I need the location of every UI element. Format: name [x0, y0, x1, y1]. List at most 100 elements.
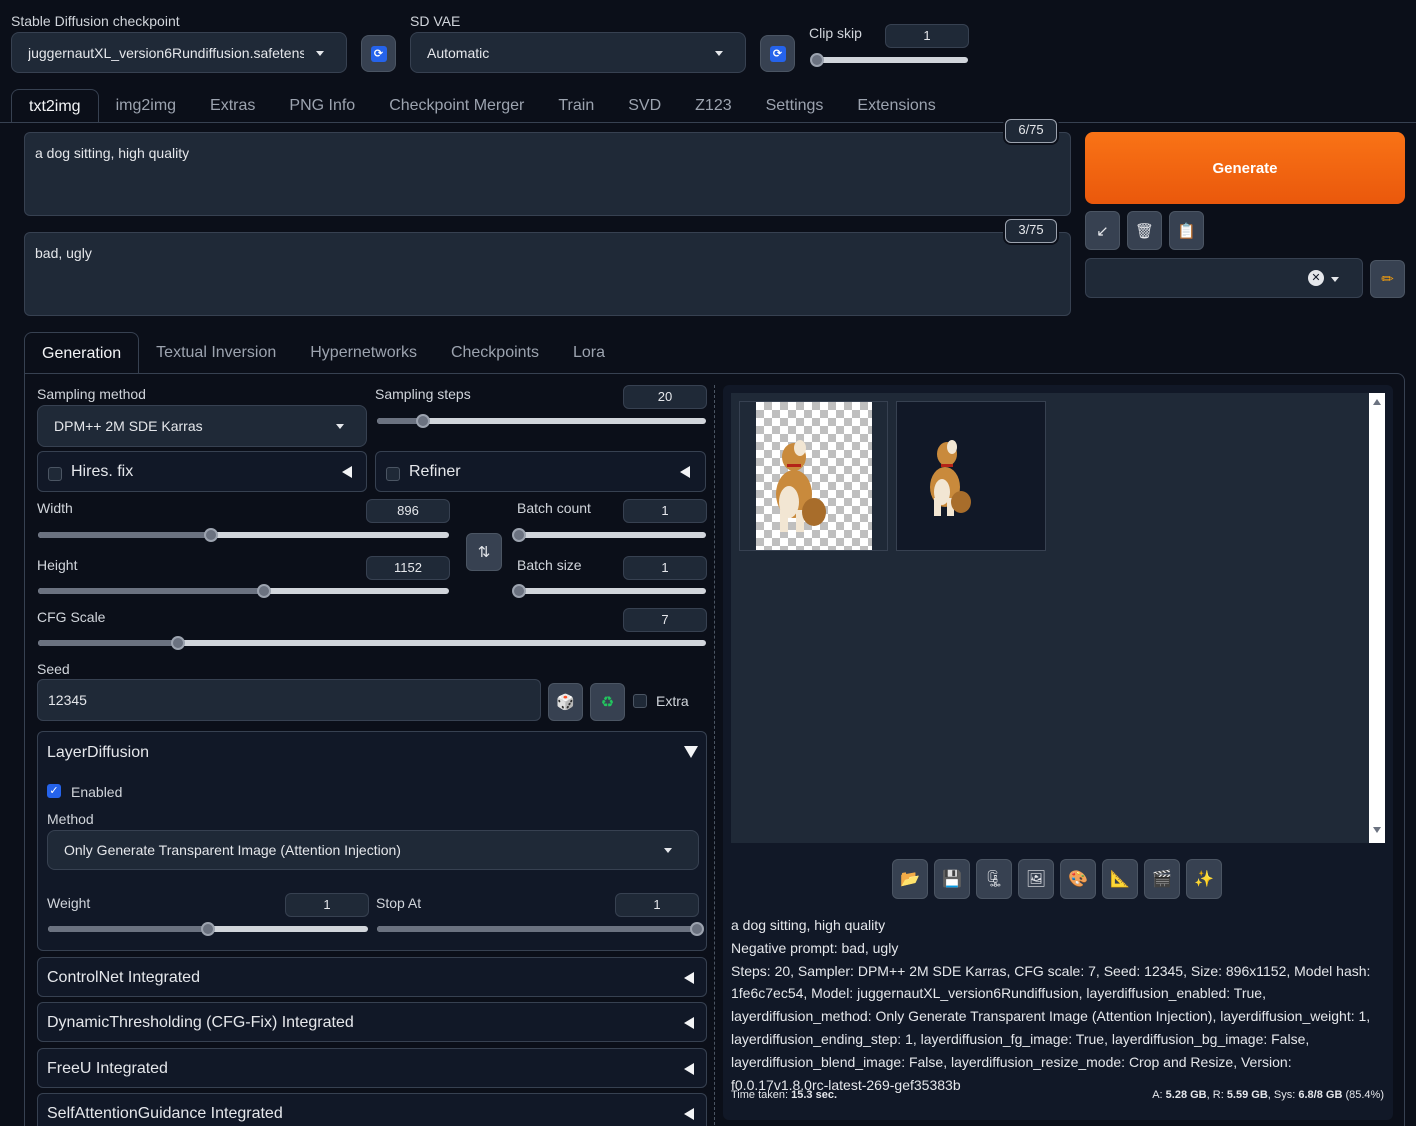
self-attention-guidance-accordion[interactable]: SelfAttentionGuidance Integrated — [37, 1093, 707, 1126]
send-to-svd-button[interactable]: 🎬 — [1144, 859, 1180, 899]
reuse-seed-button[interactable]: ♻ — [590, 683, 625, 721]
width-input[interactable]: 896 — [366, 499, 450, 523]
slider-thumb[interactable] — [257, 584, 272, 598]
layerdiffusion-title[interactable]: LayerDiffusion — [47, 744, 149, 762]
clear-prompt-button[interactable]: 🗑 — [1127, 211, 1162, 250]
send-to-img2img-button[interactable]: 🖼 — [1018, 859, 1054, 899]
tab-img2img[interactable]: img2img — [99, 89, 193, 123]
tab-checkpoint-merger[interactable]: Checkpoint Merger — [372, 89, 541, 123]
collapse-icon — [684, 1108, 694, 1120]
slider-thumb[interactable] — [203, 528, 218, 542]
controlnet-accordion[interactable]: ControlNet Integrated — [37, 957, 707, 997]
freeu-accordion[interactable]: FreeU Integrated — [37, 1048, 707, 1088]
sampling-method-dropdown[interactable]: DPM++ 2M SDE Karras — [37, 405, 367, 447]
checkpoint-dropdown[interactable]: juggernautXL_version6Rundiffusion.safete… — [11, 32, 347, 73]
mem-r-label: R: — [1212, 1089, 1224, 1101]
tab-hypernetworks[interactable]: Hypernetworks — [293, 332, 434, 374]
clip-skip-input[interactable]: 1 — [885, 24, 969, 48]
save-button[interactable]: 💾 — [934, 859, 970, 899]
send-to-z123-button[interactable]: ✨ — [1186, 859, 1222, 899]
image-icon: 🖼 — [1025, 871, 1047, 888]
seed-input[interactable]: 12345 — [37, 679, 541, 721]
dice-icon: 🎲 — [556, 694, 575, 711]
tab-png-info[interactable]: PNG Info — [272, 89, 372, 123]
width-slider[interactable] — [38, 528, 449, 542]
gallery-scrollbar[interactable] — [1369, 393, 1385, 843]
zip-button[interactable]: 🗜 — [976, 859, 1012, 899]
cfg-scale-slider[interactable] — [38, 636, 706, 650]
sampling-steps-input[interactable]: 20 — [623, 385, 707, 409]
scroll-down-icon[interactable] — [1373, 827, 1381, 833]
slider-thumb[interactable] — [512, 528, 526, 542]
tab-settings[interactable]: Settings — [749, 89, 841, 123]
styles-dropdown[interactable]: ✕ — [1085, 258, 1363, 298]
seed-label: Seed — [37, 661, 70, 677]
extra-checkbox[interactable] — [633, 694, 647, 708]
tab-checkpoints[interactable]: Checkpoints — [434, 332, 556, 374]
positive-prompt-textarea[interactable]: a dog sitting, high quality — [24, 132, 1071, 216]
sparkle-icon: ✨ — [1194, 871, 1214, 888]
tab-txt2img[interactable]: txt2img — [11, 89, 99, 123]
height-input[interactable]: 1152 — [366, 556, 450, 580]
weight-input[interactable]: 1 — [285, 893, 369, 917]
generate-button[interactable]: Generate — [1085, 132, 1405, 204]
batch-count-input[interactable]: 1 — [623, 499, 707, 523]
panel-divider — [714, 385, 715, 1125]
tab-z123[interactable]: Z123 — [678, 89, 748, 123]
batch-count-slider[interactable] — [512, 528, 706, 542]
hires-fix-accordion[interactable]: Hires. fix — [37, 451, 367, 492]
slider-thumb[interactable] — [690, 922, 704, 936]
slider-thumb[interactable] — [416, 414, 431, 428]
gallery-thumbnail[interactable] — [896, 401, 1046, 551]
refresh-vae-button[interactable]: ⟳ — [760, 35, 795, 72]
pencil-icon: ✏ — [1381, 271, 1394, 288]
tab-train[interactable]: Train — [541, 89, 611, 123]
method-dropdown[interactable]: Only Generate Transparent Image (Attenti… — [47, 830, 699, 870]
slider-thumb[interactable] — [512, 584, 526, 598]
sampling-steps-slider[interactable] — [377, 414, 706, 428]
scroll-up-icon[interactable] — [1373, 399, 1381, 405]
send-to-extras-button[interactable]: 📐 — [1102, 859, 1138, 899]
batch-size-slider[interactable] — [512, 584, 706, 598]
height-label: Height — [37, 557, 78, 573]
paste-styles-button[interactable]: 📋 — [1169, 211, 1204, 250]
edit-styles-button[interactable]: ✏ — [1370, 260, 1405, 298]
tab-extensions[interactable]: Extensions — [840, 89, 952, 123]
enabled-checkbox[interactable]: ✓ — [47, 784, 61, 798]
expand-icon[interactable] — [684, 746, 698, 758]
height-slider[interactable] — [38, 584, 449, 598]
mem-sys-value: 6.8/8 GB — [1298, 1089, 1343, 1101]
cfg-scale-input[interactable]: 7 — [623, 608, 707, 632]
mem-a-label: A: — [1152, 1089, 1163, 1101]
palette-icon: 🎨 — [1068, 871, 1088, 888]
batch-size-input[interactable]: 1 — [623, 556, 707, 580]
stop-at-slider[interactable] — [377, 922, 704, 936]
open-folder-button[interactable]: 📂 — [892, 859, 928, 899]
refiner-checkbox[interactable] — [386, 467, 400, 481]
negative-prompt-textarea[interactable]: bad, ugly — [24, 232, 1071, 316]
slider-thumb[interactable] — [810, 53, 824, 67]
weight-slider[interactable] — [48, 922, 368, 936]
gallery-thumbnail[interactable] — [739, 401, 888, 551]
send-to-inpaint-button[interactable]: 🎨 — [1060, 859, 1096, 899]
clear-icon[interactable]: ✕ — [1308, 270, 1324, 286]
tab-extras[interactable]: Extras — [193, 89, 272, 123]
dynamic-thresholding-accordion[interactable]: DynamicThresholding (CFG-Fix) Integrated — [37, 1002, 707, 1042]
refresh-checkpoint-button[interactable]: ⟳ — [361, 35, 396, 72]
hires-fix-checkbox[interactable] — [48, 467, 62, 481]
clip-skip-slider[interactable] — [810, 53, 968, 67]
read-params-button[interactable]: ↙ — [1085, 211, 1120, 250]
tab-lora[interactable]: Lora — [556, 332, 622, 374]
vae-dropdown[interactable]: Automatic — [410, 32, 746, 73]
chevron-down-icon — [1331, 277, 1339, 282]
trash-icon: 🗑 — [1134, 222, 1155, 240]
chevron-down-icon — [316, 50, 324, 56]
tab-svd[interactable]: SVD — [611, 89, 678, 123]
tab-generation[interactable]: Generation — [24, 332, 140, 374]
stop-at-input[interactable]: 1 — [615, 893, 699, 917]
random-seed-button[interactable]: 🎲 — [548, 683, 583, 721]
refiner-accordion[interactable]: Refiner — [375, 451, 706, 492]
slider-thumb[interactable] — [201, 922, 215, 936]
swap-dimensions-button[interactable]: ⇅ — [466, 533, 502, 571]
tab-textual-inversion[interactable]: Textual Inversion — [139, 332, 293, 374]
